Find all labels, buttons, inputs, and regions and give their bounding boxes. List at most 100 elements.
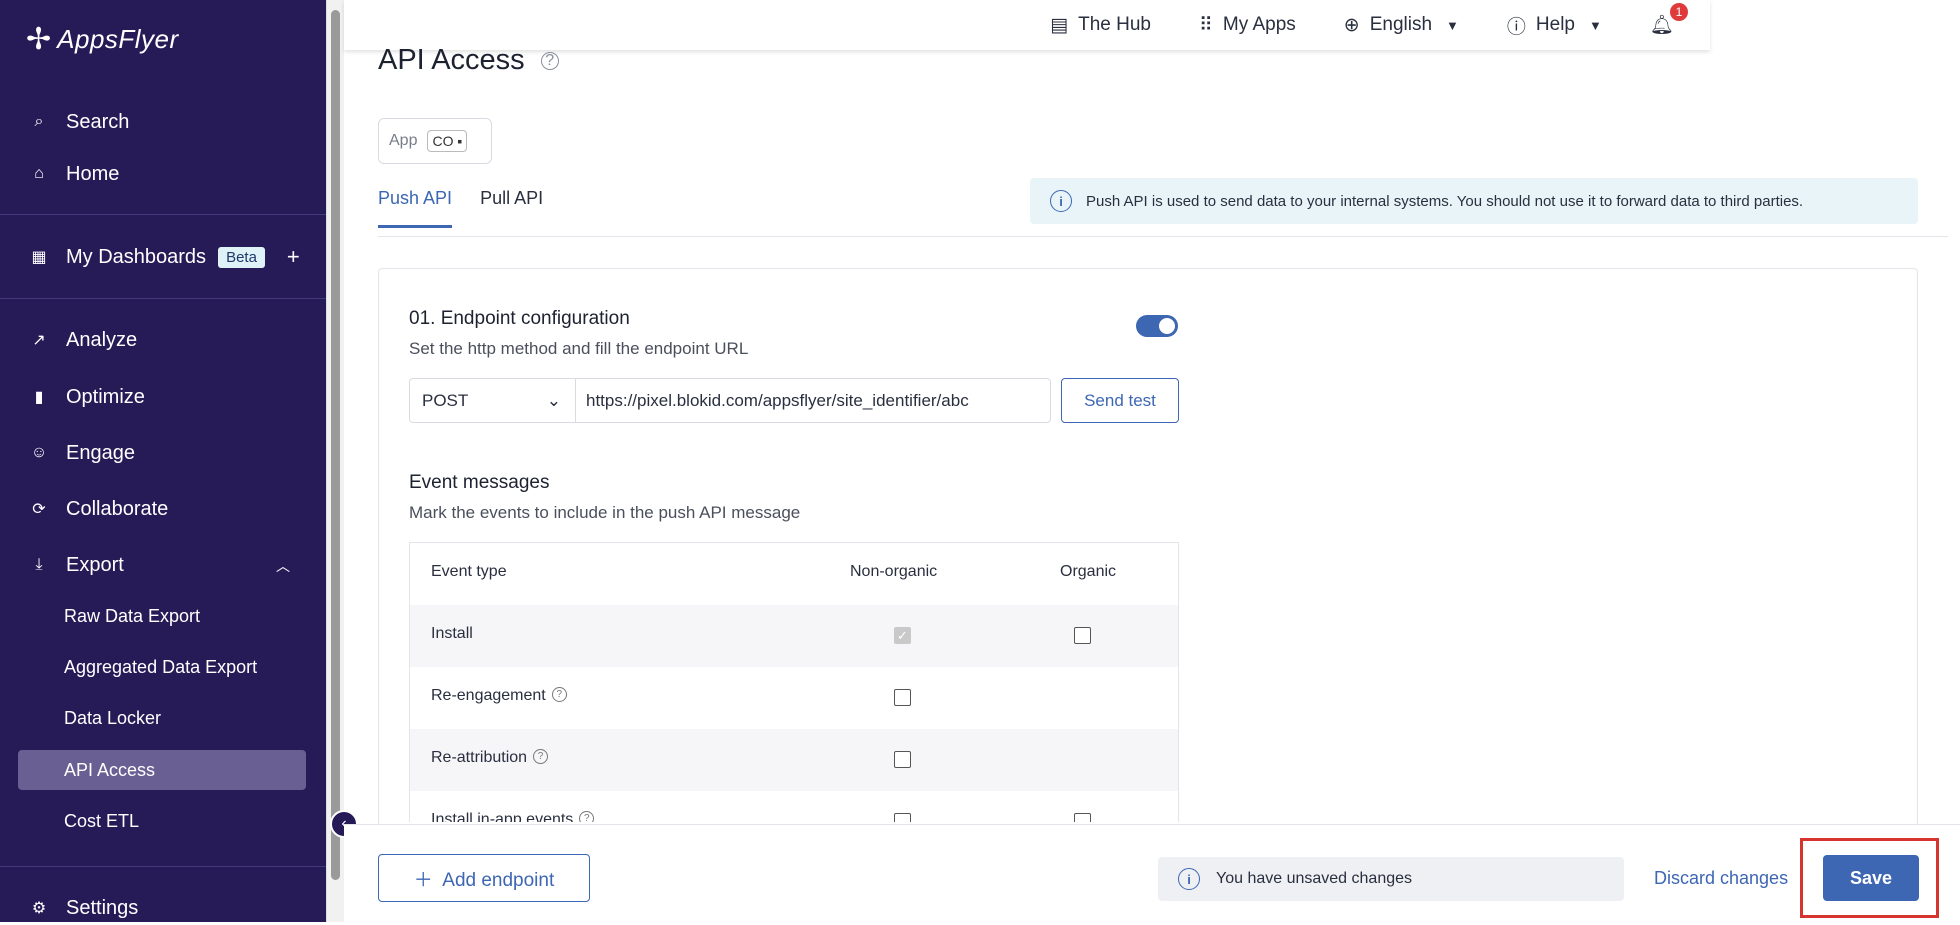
event-type-label: Install in-app events <box>431 811 574 822</box>
appsflyer-logo-icon: ✢ <box>26 22 52 56</box>
help-icon[interactable]: ? <box>533 749 549 764</box>
inapp-non-organic-checkbox[interactable] <box>894 813 911 822</box>
discard-changes-link[interactable]: Discard changes <box>1654 868 1788 889</box>
endpoint-config-title: 01. Endpoint configuration <box>409 308 630 329</box>
table-row: Install ✓ <box>410 605 1178 667</box>
language-selector[interactable]: ⊕ English ▼ <box>1344 14 1459 37</box>
page-title: API Access ? <box>378 44 559 77</box>
inapp-organic-checkbox[interactable] <box>1074 813 1091 822</box>
sidebar-item-my-dashboards[interactable]: ▦ My Dashboards Beta + <box>28 240 300 274</box>
search-icon: ⌕ <box>34 113 44 130</box>
install-non-organic-checkbox: ✓ <box>894 627 911 644</box>
http-method-select[interactable]: POST ⌄ <box>409 378 575 423</box>
tab-pull-api[interactable]: Pull API <box>480 188 543 228</box>
api-tabs: Push API Pull API <box>378 188 543 228</box>
table-header-row: Event type Non-organic Organic <box>410 543 1178 605</box>
send-test-button[interactable]: Send test <box>1061 378 1179 423</box>
unsaved-changes-notice: i You have unsaved changes <box>1158 857 1624 901</box>
collaborate-icon: ⟳ <box>32 501 46 518</box>
appsflyer-logo[interactable]: ✢ AppsFlyer <box>26 24 179 55</box>
column-header: Event type <box>431 563 507 580</box>
chevron-down-icon: ⌄ <box>546 390 561 410</box>
event-type-cell: Re-engagement? <box>431 687 567 705</box>
add-endpoint-label: Add endpoint <box>442 869 555 891</box>
unsaved-changes-text: You have unsaved changes <box>1216 870 1413 887</box>
event-type-label: Re-engagement <box>431 687 546 704</box>
sidebar-item-raw-data-export[interactable]: Raw Data Export <box>64 601 200 631</box>
beta-badge: Beta <box>218 246 265 268</box>
sidebar-item-aggregated-data-export[interactable]: Aggregated Data Export <box>64 652 257 682</box>
sidebar-item-label: Export <box>66 553 124 576</box>
table-row: Re-engagement? <box>410 667 1178 729</box>
sidebar-item-export[interactable]: ⤓ Export <box>28 548 124 582</box>
event-messages-subtitle: Mark the events to include in the push A… <box>409 503 801 522</box>
chevron-up-icon[interactable]: ︿ <box>276 556 290 576</box>
table-row: Install in-app events? <box>410 791 1178 822</box>
globe-icon: ⊕ <box>1343 14 1360 36</box>
chat-icon: ▤ <box>1050 14 1069 36</box>
help-menu[interactable]: ⓘ Help ▼ <box>1507 12 1602 39</box>
sidebar-item-api-access[interactable]: API Access <box>18 750 306 790</box>
bar-chart-icon: ▮ <box>34 389 44 406</box>
sidebar-item-analyze[interactable]: ↗ Analyze <box>28 323 137 357</box>
my-apps-label: My Apps <box>1222 14 1296 35</box>
sidebar-item-cost-etl[interactable]: Cost ETL <box>64 806 139 836</box>
tab-push-api[interactable]: Push API <box>378 188 453 228</box>
column-header: Non-organic <box>850 563 938 580</box>
column-header: Organic <box>1060 563 1117 580</box>
endpoint-config-subtitle: Set the http method and fill the endpoin… <box>409 339 749 358</box>
toggle-knob <box>1159 318 1175 334</box>
app-label: App <box>389 132 418 149</box>
push-api-info-banner: i Push API is used to send data to your … <box>1030 178 1918 224</box>
sidebar-item-collaborate[interactable]: ⟳ Collaborate <box>28 492 168 526</box>
install-organic-checkbox[interactable] <box>1074 627 1091 644</box>
sidebar-item-label: My Dashboards <box>66 245 207 268</box>
sidebar-item-data-locker[interactable]: Data Locker <box>64 703 161 733</box>
event-type-label: Install <box>431 625 473 642</box>
sidebar-item-optimize[interactable]: ▮ Optimize <box>28 380 145 414</box>
reattribution-non-organic-checkbox[interactable] <box>894 751 911 768</box>
the-hub-label: The Hub <box>1078 14 1151 35</box>
sidebar-item-settings[interactable]: ⚙ Settings <box>28 891 138 925</box>
sidebar-item-engage[interactable]: ☺ Engage <box>28 436 135 470</box>
save-button[interactable]: Save <box>1823 855 1919 901</box>
table-row: Re-attribution? <box>410 729 1178 791</box>
app-chip-text: CO <box>432 133 454 149</box>
notifications-button[interactable]: 🔔︎ 1 <box>1650 3 1688 37</box>
sidebar-divider <box>0 214 326 215</box>
add-endpoint-button[interactable]: ＋ Add endpoint <box>378 854 590 902</box>
download-icon: ⤓ <box>35 556 43 573</box>
event-type-label: Re-attribution <box>431 749 528 766</box>
sidebar-item-label: Search <box>66 110 130 133</box>
language-label: English <box>1369 14 1433 35</box>
help-icon[interactable]: ? <box>540 52 559 71</box>
page-title-text: API Access <box>378 44 525 76</box>
tabs-divider <box>378 236 1948 237</box>
endpoint-url-input[interactable] <box>575 378 1051 423</box>
add-dashboard-icon[interactable]: + <box>287 244 300 270</box>
home-icon: ⌂ <box>34 165 44 182</box>
dashboard-icon: ▦ <box>31 249 47 266</box>
scrollbar-thumb[interactable] <box>331 10 340 880</box>
analyze-icon: ↗ <box>32 332 46 349</box>
help-icon[interactable]: ? <box>551 687 567 702</box>
my-apps-link[interactable]: ⠿ My Apps <box>1199 14 1296 37</box>
brand-name: AppsFlyer <box>57 24 179 54</box>
sidebar-item-label: Collaborate <box>66 497 169 520</box>
sidebar-item-search[interactable]: ⌕ Search <box>28 105 130 139</box>
sidebar-item-label: Engage <box>66 441 135 464</box>
info-icon: i <box>1050 190 1072 212</box>
gear-icon: ⚙ <box>31 900 47 917</box>
android-icon: ▪ <box>457 133 463 149</box>
sidebar-item-home[interactable]: ⌂ Home <box>28 157 119 191</box>
help-icon[interactable]: ? <box>579 811 595 822</box>
chevron-down-icon: ▼ <box>1446 17 1459 33</box>
app-selector[interactable]: App CO ▪ <box>378 118 492 164</box>
sidebar-item-label: Settings <box>66 896 139 919</box>
event-type-cell: Re-attribution? <box>431 749 549 767</box>
the-hub-link[interactable]: ▤ The Hub <box>1050 14 1151 37</box>
reengagement-non-organic-checkbox[interactable] <box>894 689 911 706</box>
endpoint-toggle[interactable] <box>1136 315 1178 337</box>
sidebar-scrollbar[interactable] <box>326 0 344 922</box>
http-method-value: POST <box>422 390 469 410</box>
